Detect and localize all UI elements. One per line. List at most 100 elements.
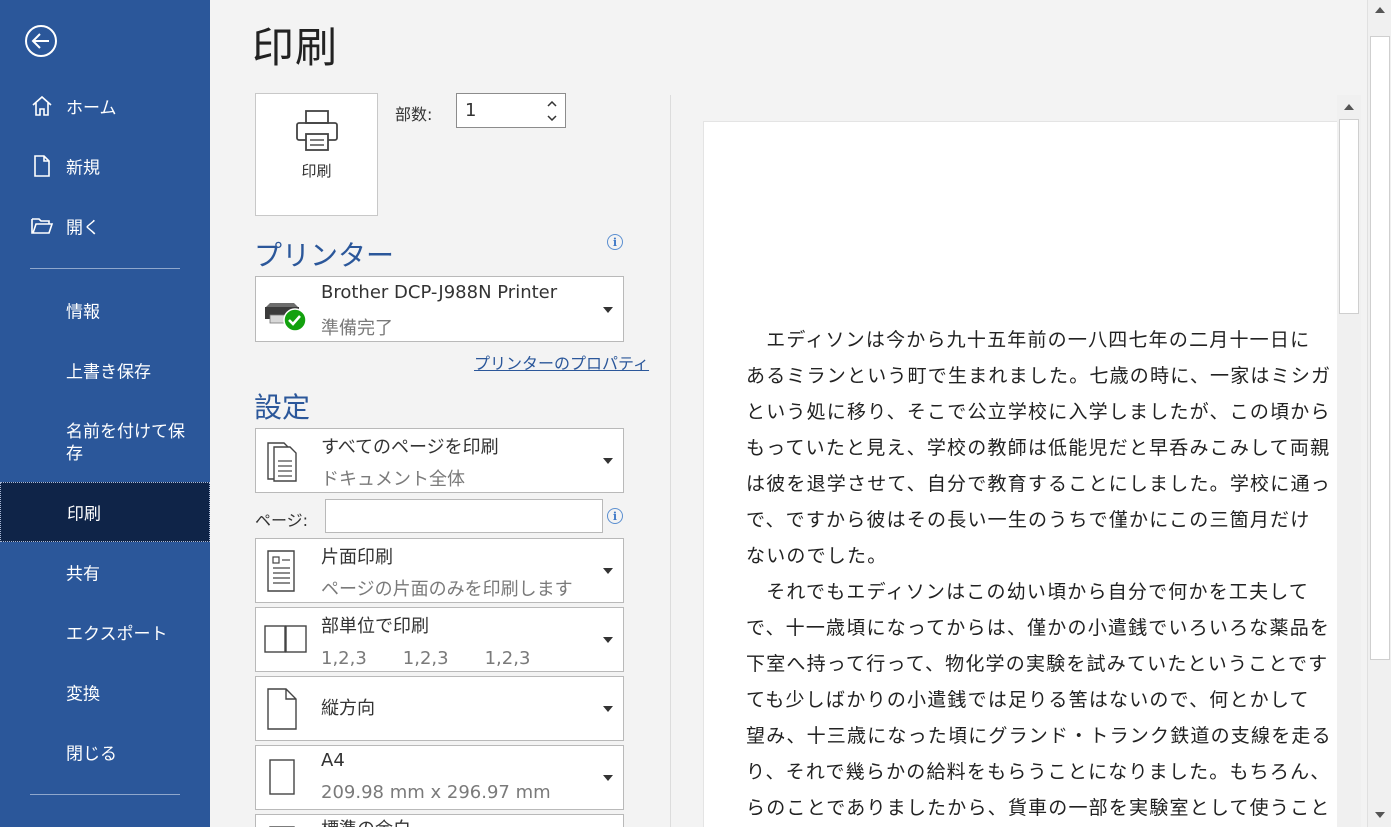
printer-info-icon[interactable]: i [607, 234, 623, 250]
pages-info-icon[interactable]: i [607, 508, 623, 524]
sidebar-item-save-as[interactable]: 名前を付けて保存 [0, 412, 210, 474]
window-scroll-down-button[interactable] [1368, 803, 1391, 827]
print-button[interactable]: 印刷 [255, 93, 378, 216]
chevron-up-icon [547, 101, 557, 107]
preview-text-line: 下室へ持って行って、物化学の実験を試みていたということです [746, 653, 1329, 675]
portrait-icon [267, 688, 297, 730]
preview-text-line: エディソンは今から九十五年前の一八四七年の二月十一日に [746, 329, 1311, 351]
sidebar-item-export[interactable]: エクスポート [0, 604, 210, 660]
printer-ready-icon [265, 303, 307, 332]
sides-description: ページの片面のみを印刷します [321, 579, 573, 600]
preview-text-line: 望み、十三歳になった頃にグランド・トランク鉄道の支線を走る [746, 725, 1332, 747]
sidebar-divider [30, 794, 180, 795]
sidebar-item-label: 共有 [66, 564, 100, 585]
chevron-down-icon [1375, 812, 1385, 818]
preview-text-line: それでもエディソンはこの幼い頃から自分で何かを工夫して [746, 581, 1310, 603]
copies-value: 1 [465, 100, 477, 121]
sides-label: 片面印刷 [321, 547, 393, 568]
preview-text-line: あるミランという町で生まれました。七歳の時に、一家はミシガ [746, 365, 1332, 387]
sidebar-item-home[interactable]: ホーム [0, 78, 210, 134]
folder-open-icon [31, 218, 54, 234]
preview-text-line: で、十一歳頃になってからは、僅かの小遣銭でいろいろな薬品を [746, 617, 1331, 639]
sidebar-item-share[interactable]: 共有 [0, 544, 210, 600]
paper-size-select[interactable]: A4 209.98 mm x 296.97 mm [255, 745, 624, 810]
collation-select[interactable]: 部単位で印刷 1,2,3 1,2,3 1,2,3 [255, 607, 624, 672]
sidebar-item-new[interactable]: 新規 [0, 138, 210, 194]
new-document-icon [34, 155, 50, 177]
copies-label: 部数: [395, 105, 433, 124]
sides-select[interactable]: 片面印刷 ページの片面のみを印刷します [255, 538, 624, 603]
sidebar-item-label: 情報 [66, 302, 100, 323]
printer-name: Brother DCP-J988N Printer [321, 282, 558, 303]
sidebar-item-close[interactable]: 閉じる [0, 724, 210, 780]
backstage-sidebar: ホーム 新規 開く 情報 上書き保存 名前を付けて保存 印刷 共有 エクスポート… [0, 0, 210, 827]
chevron-down-icon [603, 775, 613, 781]
preview-text-line: ても少しばかりの小遣銭では足りる筈はないので、何とかして [746, 689, 1310, 711]
chevron-up-icon [1344, 104, 1354, 110]
preview-text-line: ないのでした。 [746, 545, 888, 567]
sidebar-item-label: エクスポート [66, 624, 168, 645]
margins-label: 標準の余白 [321, 815, 411, 827]
sidebar-item-label: 閉じる [66, 744, 117, 765]
sidebar-item-label: 印刷 [67, 504, 101, 525]
arrow-left-icon [31, 33, 49, 49]
sidebar-item-open[interactable]: 開く [0, 198, 210, 254]
one-sided-icon [267, 550, 295, 592]
margins-select[interactable]: 標準の余白 [255, 814, 624, 827]
sidebar-item-save[interactable]: 上書き保存 [0, 342, 210, 398]
sidebar-item-label: 変換 [66, 684, 100, 705]
copies-stepper[interactable]: 1 [456, 93, 566, 128]
printer-status: 準備完了 [321, 318, 393, 339]
window-scroll-up-button[interactable] [1368, 0, 1391, 20]
print-button-label: 印刷 [301, 162, 332, 180]
preview-scrollbar[interactable] [1337, 95, 1361, 827]
window-scroll-thumb[interactable] [1370, 36, 1390, 660]
print-preview-page: エディソンは今から九十五年前の一八四七年の二月十一日に あるミランという町で生ま… [703, 121, 1337, 827]
preview-text-line: は彼を退学させて、自分で教育することにしました。学校に通っ [746, 473, 1331, 495]
sidebar-divider [30, 268, 180, 269]
sidebar-item-print[interactable]: 印刷 [0, 482, 210, 542]
sidebar-item-label: 名前を付けて保存 [66, 422, 185, 464]
paper-size-description: 209.98 mm x 296.97 mm [321, 782, 551, 803]
sidebar-item-label: 新規 [66, 158, 100, 179]
column-separator [670, 95, 671, 827]
preview-text-line: で、ですから彼はその長い一生のうちで僅かにこの三箇月だけ [746, 509, 1311, 531]
print-range-description: ドキュメント全体 [321, 469, 465, 490]
copies-decrement-button[interactable] [545, 112, 559, 124]
pages-input[interactable] [325, 499, 603, 533]
paper-size-label: A4 [321, 750, 345, 771]
orientation-select[interactable]: 縦方向 [255, 676, 624, 741]
preview-scroll-up-button[interactable] [1337, 95, 1361, 119]
chevron-down-icon [603, 706, 613, 712]
chevron-down-icon [603, 568, 613, 574]
collation-description: 1,2,3 1,2,3 1,2,3 [321, 648, 531, 669]
printer-section-title: プリンター [254, 239, 395, 272]
paper-size-icon [269, 759, 295, 795]
preview-text-line: という処に移り、そこで公立学校に入学しましたが、この頃から [746, 401, 1331, 423]
collation-label: 部単位で印刷 [321, 616, 429, 637]
settings-section-title: 設定 [254, 391, 311, 424]
chevron-up-icon [1375, 7, 1385, 13]
pages-icon [267, 442, 297, 482]
print-range-select[interactable]: すべてのページを印刷 ドキュメント全体 [255, 428, 624, 493]
printer-properties-link[interactable]: プリンターのプロパティ [474, 350, 649, 374]
sidebar-item-label: 開く [66, 218, 100, 239]
window-scrollbar[interactable] [1367, 0, 1391, 827]
preview-text-line: もっていたと見え、学校の教師は低能児だと早呑みこみして両親 [746, 437, 1331, 459]
chevron-down-icon [603, 307, 613, 313]
preview-text-line: り、それで幾らかの給料をもらうことになりました。もちろん、 [746, 761, 1331, 783]
orientation-label: 縦方向 [321, 698, 375, 719]
sidebar-item-label: 上書き保存 [66, 362, 151, 383]
pages-label: ページ: [255, 511, 309, 530]
back-button[interactable] [25, 25, 57, 57]
preview-scroll-thumb[interactable] [1339, 119, 1359, 314]
sidebar-item-label: ホーム [66, 98, 117, 119]
chevron-down-icon [603, 637, 613, 643]
print-range-label: すべてのページを印刷 [321, 437, 499, 458]
sidebar-item-transform[interactable]: 変換 [0, 664, 210, 720]
home-icon [32, 95, 52, 116]
copies-increment-button[interactable] [545, 98, 559, 110]
chevron-down-icon [603, 458, 613, 464]
sidebar-item-info[interactable]: 情報 [0, 282, 210, 338]
printer-select[interactable]: Brother DCP-J988N Printer 準備完了 [255, 276, 624, 342]
